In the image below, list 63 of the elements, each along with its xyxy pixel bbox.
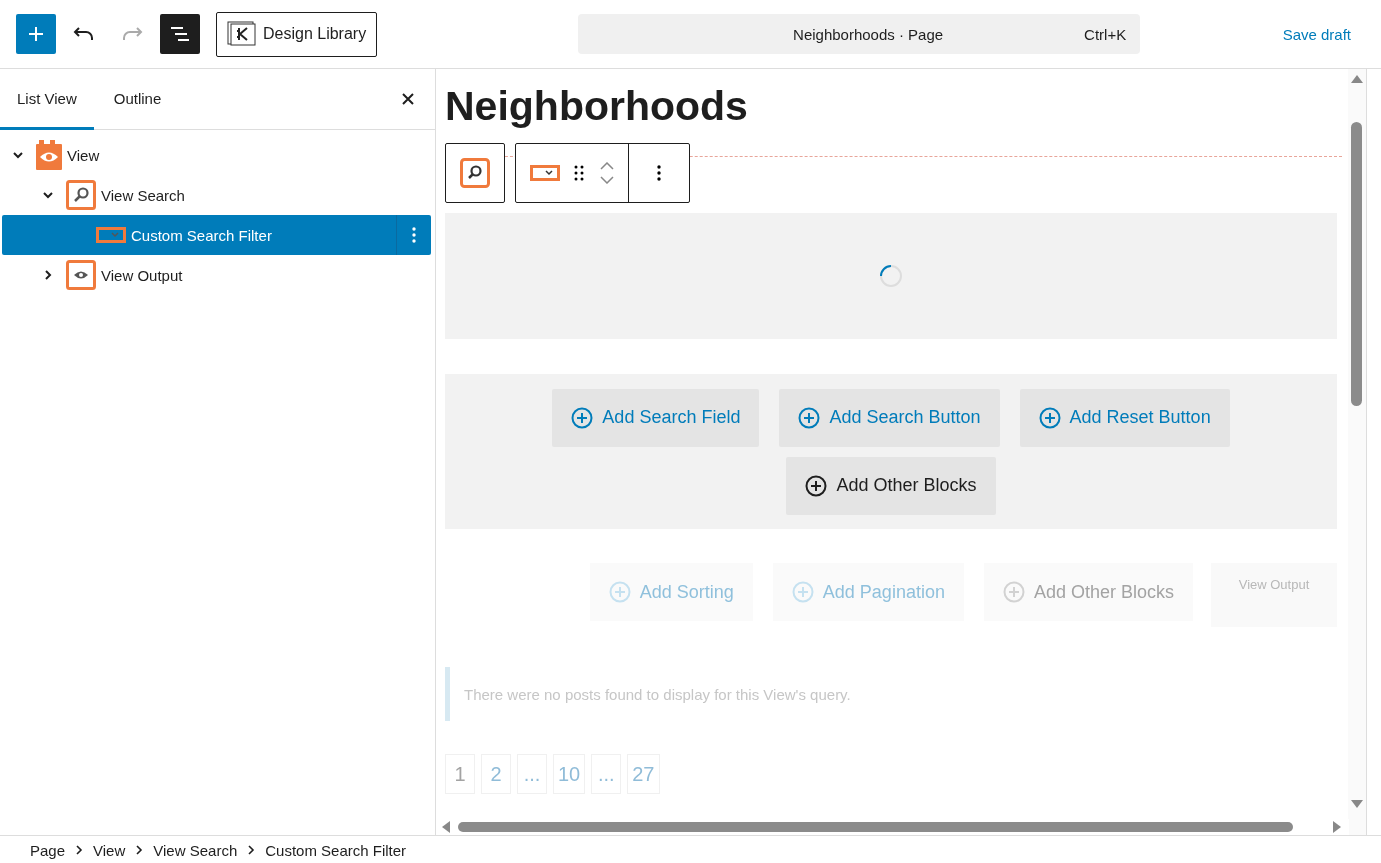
design-library-button[interactable]: Design Library	[216, 11, 378, 57]
add-block-button[interactable]: Add Search Field	[552, 388, 760, 447]
shortcut-hint: Ctrl+K	[1084, 25, 1127, 43]
plus-icon	[26, 24, 46, 44]
sidebar-tab[interactable]: List View	[0, 69, 94, 130]
sidebar-tab[interactable]: Outline	[96, 69, 179, 130]
page-number[interactable]: 1	[445, 754, 475, 794]
scrollbar-thumb[interactable]	[1351, 122, 1362, 406]
add-block-button[interactable]: Add Other Blocks	[786, 456, 996, 515]
scroll-left-icon[interactable]	[441, 821, 451, 833]
add-button[interactable]	[16, 14, 56, 54]
chevron-right-icon	[75, 845, 84, 855]
chevron-right-icon	[135, 845, 144, 855]
chevron-right-icon[interactable]	[42, 269, 54, 281]
close-icon	[401, 92, 415, 106]
breadcrumb[interactable]: Page	[20, 841, 76, 859]
chevron-down-icon[interactable]	[12, 149, 24, 161]
search-icon	[460, 158, 490, 188]
save-draft-button[interactable]: Save draft	[1268, 25, 1365, 43]
plus-circle-icon	[791, 581, 814, 603]
move-up-icon[interactable]	[600, 162, 614, 170]
tree-item[interactable]: View Search	[2, 175, 431, 215]
plus-circle-icon	[798, 406, 821, 429]
add-block-button[interactable]: Add Other Blocks	[983, 563, 1193, 621]
loading-spinner-icon	[879, 264, 903, 288]
more-options-icon	[657, 164, 661, 182]
breadcrumb[interactable]: View	[83, 841, 136, 859]
eye-icon	[66, 260, 96, 290]
tree-item[interactable]: View	[2, 135, 431, 175]
drag-handle-icon	[574, 165, 584, 181]
scroll-up-icon[interactable]	[1351, 74, 1363, 84]
breadcrumb[interactable]: View Search	[143, 841, 248, 859]
add-block-button[interactable]: Add Search Button	[779, 388, 1000, 447]
close-button[interactable]	[401, 92, 415, 106]
page-title: Neighborhoods	[445, 83, 749, 131]
dropdown-icon	[96, 227, 126, 243]
add-block-button[interactable]: Add Reset Button	[1019, 388, 1230, 447]
plus-circle-icon	[571, 406, 594, 429]
tree-item[interactable]: View Output	[2, 255, 431, 295]
more-options-icon[interactable]	[412, 226, 416, 244]
redo-icon	[121, 26, 143, 42]
scrollbar-thumb[interactable]	[458, 822, 1293, 832]
library-logo-icon	[227, 21, 257, 47]
search-icon	[66, 180, 96, 210]
plus-circle-icon	[805, 474, 828, 497]
document-title: Neighborhoods · Page	[792, 25, 945, 43]
list-view-button[interactable]	[160, 14, 200, 54]
breadcrumb[interactable]: Custom Search Filter	[255, 841, 417, 859]
dropdown-icon	[530, 165, 560, 181]
chevron-right-icon	[247, 845, 256, 855]
scroll-right-icon[interactable]	[1332, 821, 1342, 833]
plus-circle-icon	[1002, 581, 1025, 603]
command-bar[interactable]: Neighborhoods · Page Ctrl+K	[578, 14, 1141, 54]
move-down-icon[interactable]	[600, 176, 614, 184]
scroll-down-icon[interactable]	[1351, 799, 1363, 809]
undo-icon	[73, 26, 95, 42]
vertical-scrollbar[interactable]	[1348, 69, 1366, 835]
eye-icon	[36, 140, 62, 170]
plus-circle-icon	[608, 581, 631, 603]
tree-item[interactable]: Custom Search Filter	[2, 215, 431, 255]
chevron-down-icon[interactable]	[42, 189, 54, 201]
plus-circle-icon	[1038, 406, 1061, 429]
list-view-icon	[169, 25, 191, 43]
